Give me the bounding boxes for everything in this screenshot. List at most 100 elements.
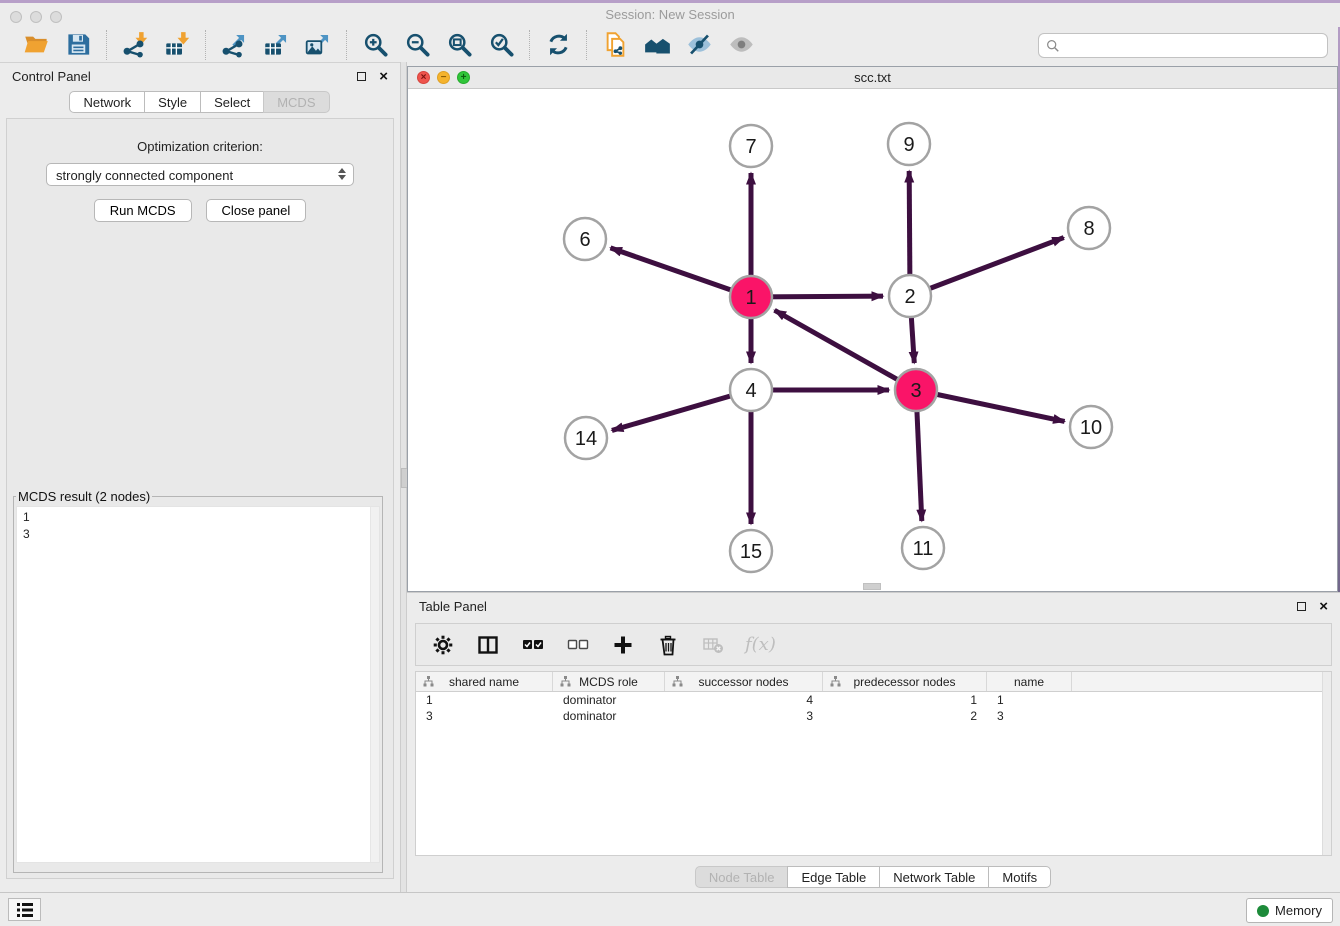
table-cell[interactable]: 3 [416, 708, 553, 724]
network-maximize-icon[interactable] [457, 71, 470, 84]
float-panel-icon[interactable] [357, 72, 366, 81]
table-cell[interactable]: 4 [665, 692, 823, 708]
graph-node-9[interactable]: 9 [888, 123, 930, 165]
table-row[interactable]: 1dominator411 [416, 692, 1331, 708]
table-tab-network-table[interactable]: Network Table [879, 866, 989, 888]
show-all-button[interactable] [724, 30, 758, 60]
table-cell[interactable]: 1 [823, 692, 987, 708]
close-panel-button[interactable]: Close panel [206, 199, 307, 222]
graph-edge-3-1[interactable] [775, 310, 916, 390]
refresh-layout-icon [545, 31, 572, 58]
add-column-icon [612, 634, 634, 656]
delete-column-button[interactable] [655, 632, 681, 658]
first-neighbors-button[interactable] [640, 30, 674, 60]
network-close-icon[interactable] [417, 71, 430, 84]
zoom-out-button[interactable] [400, 30, 434, 60]
open-session-button[interactable] [19, 30, 53, 60]
table-cell[interactable]: 1 [416, 692, 553, 708]
table-scrollbar[interactable] [1322, 672, 1331, 855]
graph-node-6[interactable]: 6 [564, 218, 606, 260]
column-header-predecessor-nodes[interactable]: predecessor nodes [823, 672, 987, 691]
dropdown-stepper-icon [338, 168, 346, 180]
table-cell[interactable]: dominator [553, 708, 665, 724]
graph-node-1[interactable]: 1 [730, 276, 772, 318]
graph-node-2[interactable]: 2 [889, 275, 931, 317]
table-tab-node-table[interactable]: Node Table [695, 866, 789, 888]
svg-text:6: 6 [579, 229, 590, 251]
zoom-in-button[interactable] [358, 30, 392, 60]
mcds-panel: Optimization criterion: strongly connect… [6, 118, 394, 879]
graph-edge-3-10[interactable] [916, 390, 1065, 421]
graph-node-3[interactable]: 3 [895, 369, 937, 411]
table-toolbar: f(x) [415, 623, 1332, 666]
add-column-button[interactable] [610, 632, 636, 658]
window-zoom-button[interactable] [50, 11, 62, 23]
zoom-selected-button[interactable] [484, 30, 518, 60]
column-header-name[interactable]: name [987, 672, 1072, 691]
tab-network[interactable]: Network [69, 91, 145, 113]
table-header-row: shared name MCDS role successor nodes pr… [416, 672, 1331, 692]
import-table-button[interactable] [160, 30, 194, 60]
graph-node-7[interactable]: 7 [730, 125, 772, 167]
graph-edge-2-8[interactable] [910, 238, 1064, 296]
network-canvas[interactable]: 7 9 6 8 1 2 4 3 14 10 15 11 [408, 88, 1337, 591]
graph-node-11[interactable]: 11 [902, 527, 944, 569]
table-row[interactable]: 3dominator323 [416, 708, 1331, 724]
network-window-titlebar[interactable]: scc.txt [408, 67, 1337, 89]
mcds-result-area[interactable]: 1 3 [16, 506, 380, 863]
search-field[interactable] [1038, 33, 1328, 58]
window-close-button[interactable] [10, 11, 22, 23]
task-history-button[interactable] [8, 898, 41, 921]
hide-selected-button[interactable] [682, 30, 716, 60]
tab-style[interactable]: Style [144, 91, 201, 113]
table-cell[interactable]: 3 [987, 708, 1072, 724]
search-input[interactable] [1064, 35, 1327, 56]
graph-node-15[interactable]: 15 [730, 530, 772, 572]
table-tab-edge-table[interactable]: Edge Table [787, 866, 880, 888]
table-cell[interactable]: 2 [823, 708, 987, 724]
criterion-dropdown[interactable]: strongly connected component [46, 163, 354, 186]
close-panel-icon[interactable] [379, 67, 388, 87]
table-cell[interactable]: dominator [553, 692, 665, 708]
memory-button[interactable]: Memory [1246, 898, 1333, 923]
table-close-icon[interactable] [1319, 597, 1328, 617]
table-cell[interactable]: 3 [665, 708, 823, 724]
column-settings-button[interactable] [430, 632, 456, 658]
column-header-successor-nodes[interactable]: successor nodes [665, 672, 823, 691]
run-mcds-button[interactable]: Run MCDS [94, 199, 192, 222]
tab-select[interactable]: Select [200, 91, 264, 113]
network-minimize-icon[interactable] [437, 71, 450, 84]
column-header-shared-name[interactable]: shared name [416, 672, 553, 691]
graph-node-14[interactable]: 14 [565, 417, 607, 459]
tab-mcds[interactable]: MCDS [263, 91, 329, 113]
refresh-layout-button[interactable] [541, 30, 575, 60]
export-table-button[interactable] [259, 30, 293, 60]
window-minimize-button[interactable] [30, 11, 42, 23]
graph-node-8[interactable]: 8 [1068, 207, 1110, 249]
panel-divider[interactable] [400, 62, 407, 893]
function-builder-icon: f(x) [745, 634, 776, 655]
zoom-fit-button[interactable] [442, 30, 476, 60]
import-table-icon [164, 31, 191, 58]
control-panel-title: Control Panel [12, 69, 91, 84]
select-all-checkboxes-button[interactable] [520, 632, 546, 658]
column-label: successor nodes [698, 675, 788, 689]
network-hscroll-thumb[interactable] [863, 583, 881, 590]
export-image-button[interactable] [301, 30, 335, 60]
table-tab-motifs[interactable]: Motifs [988, 866, 1051, 888]
deselect-all-checkboxes-button[interactable] [565, 632, 591, 658]
deselect-all-checkboxes-icon [567, 634, 589, 656]
show-columns-button[interactable] [475, 632, 501, 658]
export-network-button[interactable] [217, 30, 251, 60]
table-cell[interactable]: 1 [987, 692, 1072, 708]
clone-network-button[interactable] [598, 30, 632, 60]
column-header-MCDS-role[interactable]: MCDS role [553, 672, 665, 691]
result-scrollbar[interactable] [370, 507, 379, 862]
graph-node-4[interactable]: 4 [730, 369, 772, 411]
graph-edge-1-6[interactable] [610, 248, 751, 297]
import-network-button[interactable] [118, 30, 152, 60]
save-session-button[interactable] [61, 30, 95, 60]
graph-node-10[interactable]: 10 [1070, 406, 1112, 448]
table-float-icon[interactable] [1297, 602, 1306, 611]
table-tabs: Node TableEdge TableNetwork TableMotifs [407, 866, 1340, 888]
